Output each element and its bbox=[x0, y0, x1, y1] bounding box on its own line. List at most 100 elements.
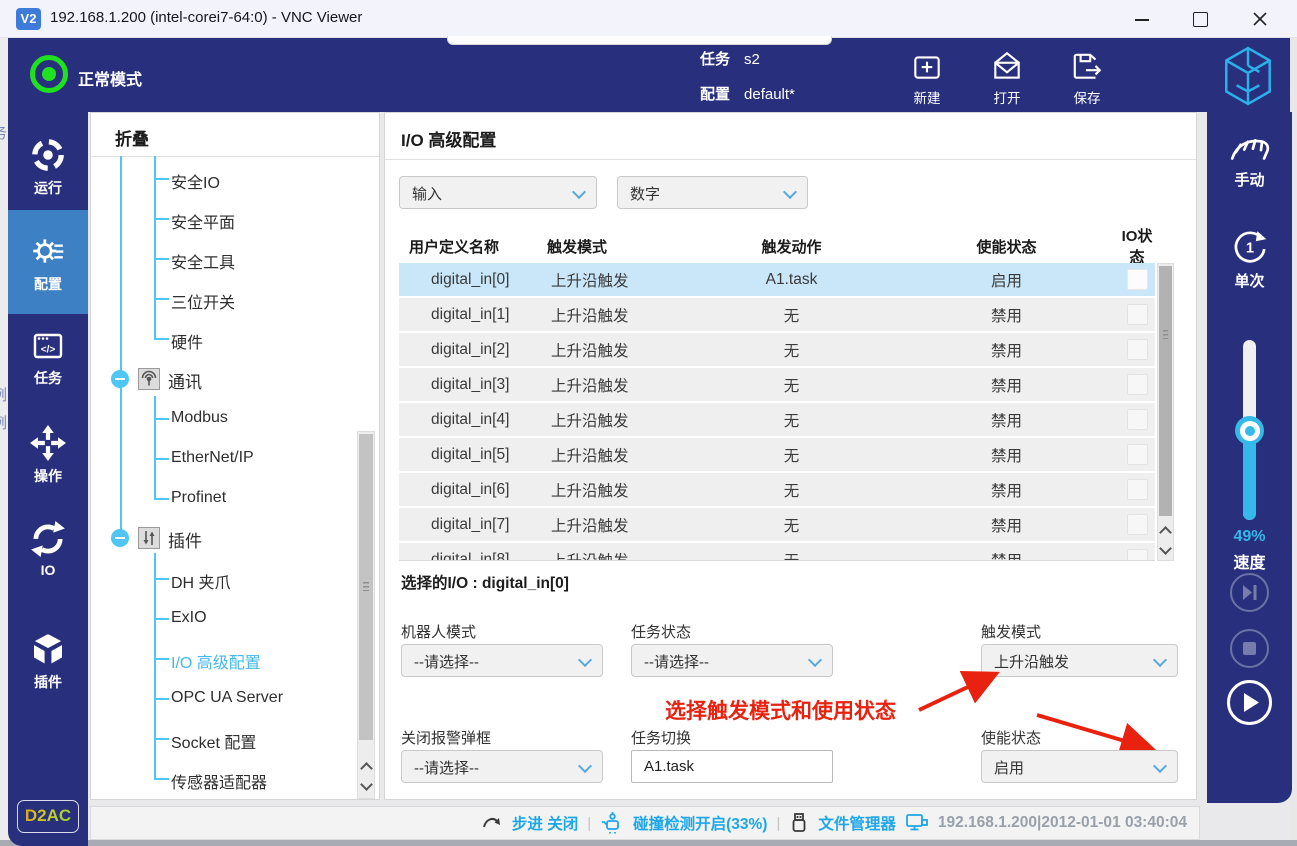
io-state-checkbox[interactable] bbox=[1126, 549, 1148, 560]
scroll-down-button[interactable] bbox=[358, 776, 374, 796]
task-switch-input[interactable] bbox=[631, 750, 833, 783]
sidebar-item-io[interactable]: IO bbox=[8, 520, 88, 592]
tree-item-io-advanced-config[interactable]: I/O 高级配置 bbox=[91, 648, 351, 672]
run-target-icon bbox=[32, 139, 64, 171]
speed-slider-handle[interactable] bbox=[1235, 416, 1264, 445]
close-alarm-dropdown[interactable]: --请选择-- bbox=[401, 750, 603, 783]
sidebar-item-task[interactable]: </> 任务 bbox=[8, 328, 88, 404]
close-button[interactable] bbox=[1237, 0, 1283, 37]
new-button[interactable]: 新建 bbox=[891, 50, 963, 108]
io-state-checkbox[interactable] bbox=[1126, 374, 1148, 395]
collapse-minus-icon[interactable] bbox=[111, 370, 129, 388]
io-direction-dropdown[interactable]: 输入 bbox=[399, 176, 597, 209]
mode-label: 正常模式 bbox=[78, 72, 143, 89]
network-monitor-icon bbox=[905, 812, 929, 834]
tree-node-plugin[interactable]: 插件 bbox=[91, 525, 351, 551]
speed-label: 速度 bbox=[1233, 555, 1266, 572]
manual-mode-button[interactable]: 手动 bbox=[1207, 130, 1292, 190]
tree-item-three-pos-switch[interactable]: 三位开关 bbox=[91, 288, 351, 312]
io-state-checkbox[interactable] bbox=[1126, 444, 1148, 465]
tree-item-safety-plane[interactable]: 安全平面 bbox=[91, 208, 351, 232]
collision-status[interactable]: 碰撞检测开启(33%) bbox=[633, 812, 767, 834]
table-row-digital-in-5[interactable]: digital_in[5] 上升沿触发无禁用 bbox=[399, 438, 1155, 471]
tree-item-sensor-adapter[interactable]: 传感器适配器 bbox=[91, 768, 351, 792]
close-alarm-label: 关闭报警弹框 bbox=[401, 730, 492, 747]
io-state-checkbox[interactable] bbox=[1126, 479, 1148, 500]
tree-item-profinet[interactable]: Profinet bbox=[91, 488, 351, 510]
background-window-fragment: 务 bbox=[0, 122, 8, 143]
table-row-digital-in-0[interactable]: digital_in[0] 上升沿触发 A1.task 启用 bbox=[399, 263, 1155, 296]
tree-item-safety-io[interactable]: 安全IO bbox=[91, 168, 351, 192]
collapse-minus-icon[interactable] bbox=[111, 529, 129, 547]
tree-item-opc-ua-server[interactable]: OPC UA Server bbox=[91, 688, 351, 710]
scroll-up-button[interactable] bbox=[358, 756, 374, 776]
enable-state-dropdown[interactable]: 启用 bbox=[981, 750, 1178, 783]
sidebar-item-config[interactable]: 配置 bbox=[8, 210, 88, 314]
table-row-digital-in-6[interactable]: digital_in[6] 上升沿触发无禁用 bbox=[399, 473, 1155, 506]
tree-item-exio[interactable]: ExIO bbox=[91, 608, 351, 630]
tree-item-ethernet-ip[interactable]: EtherNet/IP bbox=[91, 448, 351, 470]
svg-text:1: 1 bbox=[1245, 240, 1253, 256]
io-state-checkbox[interactable] bbox=[1126, 304, 1148, 325]
robot-mode-label: 机器人模式 bbox=[401, 624, 477, 641]
table-row-digital-in-1[interactable]: digital_in[1] 上升沿触发无禁用 bbox=[399, 298, 1155, 331]
table-scrollbar-thumb[interactable] bbox=[1159, 266, 1172, 516]
save-icon bbox=[1073, 53, 1102, 79]
settings-gear-icon bbox=[33, 239, 64, 263]
io-state-checkbox[interactable] bbox=[1126, 269, 1148, 290]
sidebar-item-plugin[interactable]: 插件 bbox=[8, 630, 88, 706]
jog-arrows-icon bbox=[30, 425, 66, 461]
scroll-up-button[interactable] bbox=[1158, 520, 1173, 540]
tree-item-socket-config[interactable]: Socket 配置 bbox=[91, 728, 351, 752]
task-state-dropdown[interactable]: --请选择-- bbox=[631, 644, 833, 677]
hand-icon bbox=[1230, 139, 1269, 160]
config-tree-panel: 折叠 安全IO 安全平面 安全工具 三位开关 硬件 通讯 Modbus Ethe… bbox=[90, 112, 380, 800]
step-status[interactable]: 步进 关闭 bbox=[512, 812, 578, 834]
single-run-button[interactable]: 1 单次 bbox=[1207, 227, 1292, 291]
tree-collapse-title[interactable]: 折叠 bbox=[115, 125, 149, 150]
left-nav-sidebar: 运行 配置 </> 任务 操作 IO 插件 D2AC bbox=[8, 112, 88, 846]
io-type-dropdown[interactable]: 数字 bbox=[617, 176, 808, 209]
right-control-sidebar: 手动 1 单次 49% 速度 bbox=[1207, 112, 1292, 803]
table-row-digital-in-7[interactable]: digital_in[7] 上升沿触发无禁用 bbox=[399, 508, 1155, 541]
table-row-digital-in-8[interactable]: digital_in[8] 上升沿触发无禁用 bbox=[399, 543, 1155, 560]
step-forward-button[interactable] bbox=[1230, 573, 1269, 612]
table-row-digital-in-3[interactable]: digital_in[3] 上升沿触发无禁用 bbox=[399, 368, 1155, 401]
robot-mode-dropdown[interactable]: --请选择-- bbox=[401, 644, 603, 677]
save-button[interactable]: 保存 bbox=[1051, 50, 1123, 108]
table-row-digital-in-4[interactable]: digital_in[4] 上升沿触发无禁用 bbox=[399, 403, 1155, 436]
sidebar-item-run[interactable]: 运行 bbox=[8, 132, 88, 204]
vnc-toolbar-notch[interactable] bbox=[447, 36, 832, 45]
table-scrollbar[interactable] bbox=[1157, 263, 1174, 561]
table-row-digital-in-2[interactable]: digital_in[2] 上升沿触发无禁用 bbox=[399, 333, 1155, 366]
open-button[interactable]: 打开 bbox=[971, 50, 1043, 108]
scroll-down-button[interactable] bbox=[1158, 540, 1173, 560]
tree-scrollbar[interactable] bbox=[357, 431, 375, 799]
maximize-button[interactable] bbox=[1177, 0, 1223, 37]
background-window-fragment: 例 bbox=[0, 384, 8, 405]
usb-drive-icon bbox=[789, 812, 809, 834]
io-state-checkbox[interactable] bbox=[1126, 339, 1148, 360]
tree-item-dh-gripper[interactable]: DH 夹爪 bbox=[91, 568, 351, 592]
trigger-mode-dropdown[interactable]: 上升沿触发 bbox=[981, 644, 1178, 677]
tree-item-modbus[interactable]: Modbus bbox=[91, 408, 351, 430]
brand-cube-logo bbox=[1225, 46, 1271, 106]
tree-item-hardware[interactable]: 硬件 bbox=[91, 328, 351, 352]
config-readout: 配置 default* bbox=[700, 86, 795, 103]
step-arrow-icon bbox=[481, 813, 503, 833]
sidebar-item-jog[interactable]: 操作 bbox=[8, 424, 88, 500]
tree-item-safety-tool[interactable]: 安全工具 bbox=[91, 248, 351, 272]
task-code-icon: </> bbox=[33, 333, 63, 359]
file-manager-link[interactable]: 文件管理器 bbox=[818, 812, 896, 834]
play-button[interactable] bbox=[1227, 680, 1272, 725]
io-state-checkbox[interactable] bbox=[1126, 514, 1148, 535]
minimize-button[interactable] bbox=[1119, 0, 1165, 37]
stop-icon bbox=[1243, 642, 1256, 655]
tree-node-communication[interactable]: 通讯 bbox=[91, 366, 351, 392]
page-title: I/O 高级配置 bbox=[401, 131, 497, 150]
io-state-checkbox[interactable] bbox=[1126, 409, 1148, 430]
stop-button[interactable] bbox=[1230, 629, 1269, 668]
tree-scrollbar-thumb[interactable] bbox=[359, 434, 373, 740]
speed-percent: 49% bbox=[1233, 528, 1266, 545]
divider bbox=[91, 156, 379, 157]
